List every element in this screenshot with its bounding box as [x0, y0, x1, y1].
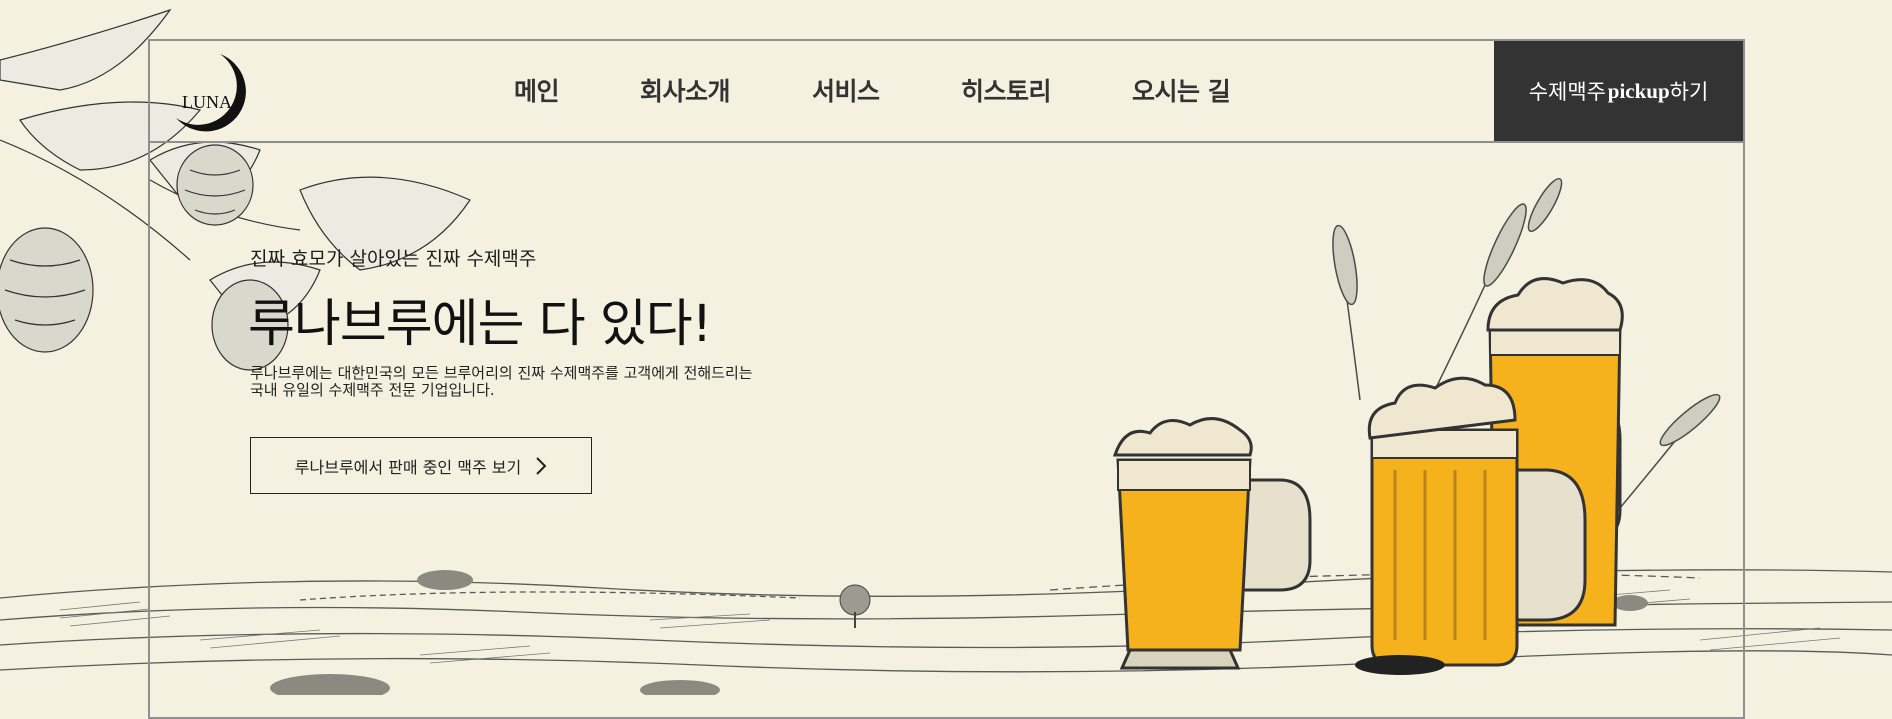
- pickup-suffix: 하기: [1669, 80, 1709, 104]
- hero-description-line: 국내 유일의 수제맥주 전문 기업입니다.: [250, 381, 495, 399]
- logo-text: LUNA: [182, 92, 232, 112]
- moon-logo[interactable]: LUNA: [168, 48, 252, 132]
- pickup-bold: pickup: [1607, 78, 1670, 103]
- hero-description-line: 루나브루에는 대한민국의 모든 브루어리의 진짜 수제맥주를 고객에게 전해드리…: [250, 364, 753, 382]
- pickup-button[interactable]: 수제맥주 pickup 하기: [1494, 41, 1743, 141]
- view-beers-button[interactable]: 루나브루에서 판매 중인 맥주 보기: [250, 437, 592, 494]
- hero-description: 루나브루에는 대한민국의 모든 브루어리의 진짜 수제맥주를 고객에게 전해드리…: [250, 365, 753, 399]
- hero-title: 루나브루에는 다 있다!: [248, 295, 712, 354]
- hero-subtitle: 진짜 효모가 살아있는 진짜 수제맥주: [250, 248, 537, 270]
- view-beers-label: 루나브루에서 판매 중인 맥주 보기: [294, 457, 522, 477]
- nav-item-services[interactable]: 서비스: [812, 72, 880, 108]
- nav-item-directions[interactable]: 오시는 길: [1132, 72, 1231, 108]
- header-divider: [148, 141, 1745, 143]
- nav-item-main[interactable]: 메인: [514, 72, 560, 108]
- nav-item-history[interactable]: 히스토리: [961, 72, 1052, 108]
- chevron-right-icon: [536, 456, 547, 475]
- nav-item-about[interactable]: 회사소개: [640, 72, 731, 108]
- pickup-prefix: 수제맥주: [1528, 80, 1606, 104]
